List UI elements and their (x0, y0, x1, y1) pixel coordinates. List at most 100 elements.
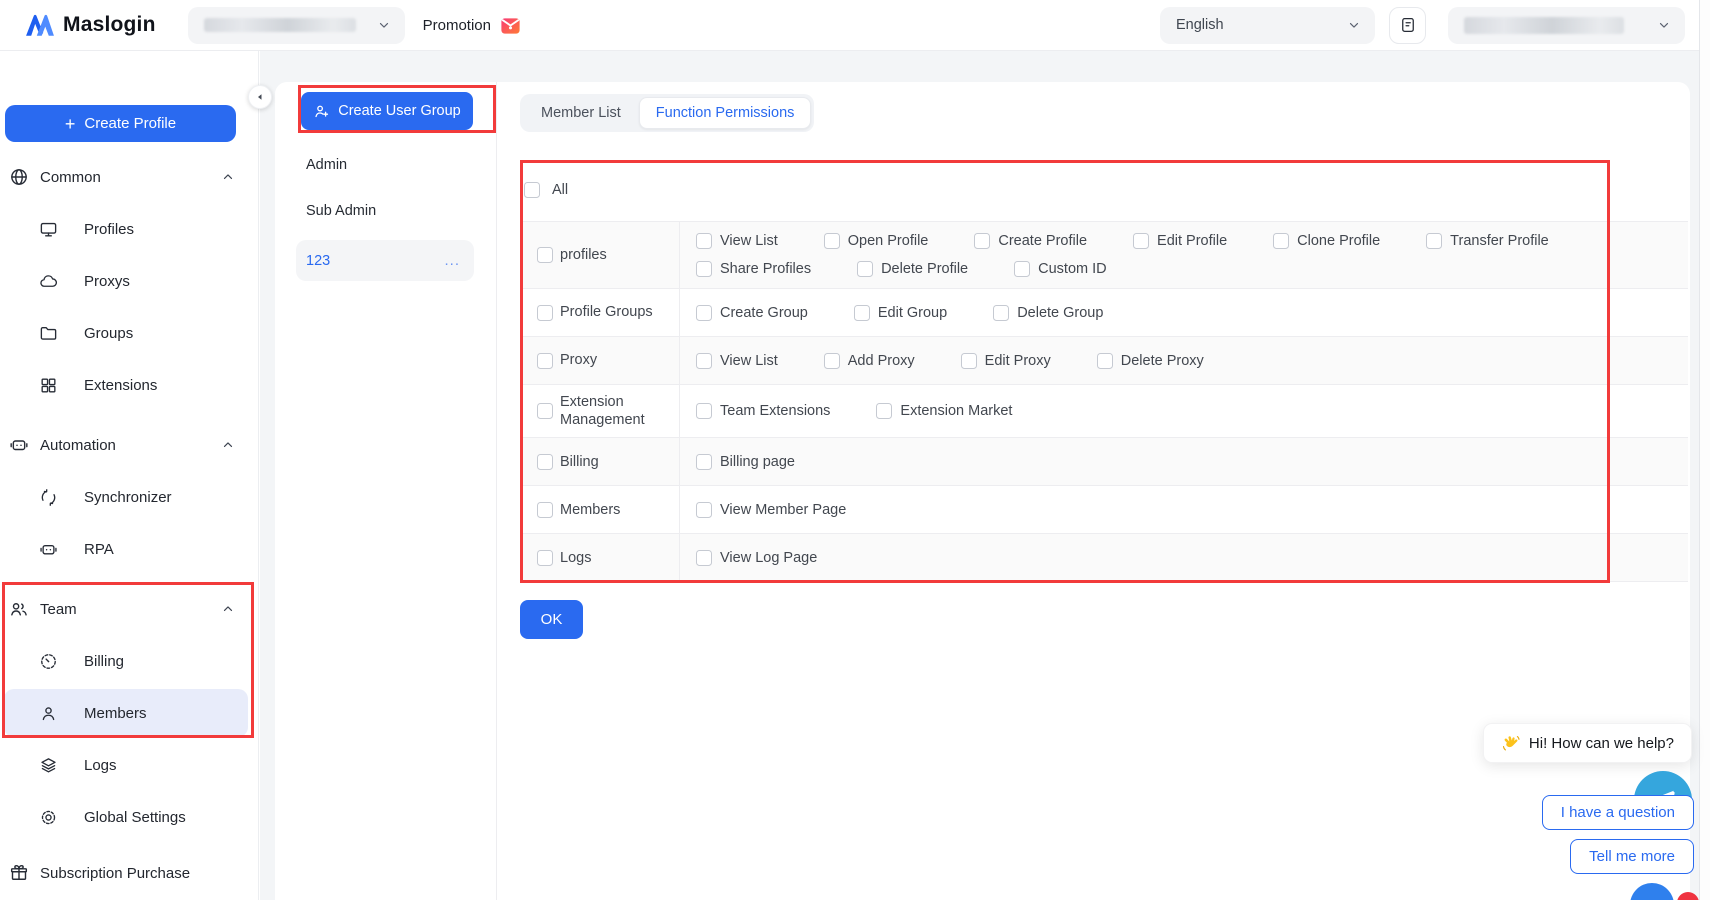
permission-option[interactable]: Delete Profile (857, 261, 968, 277)
permission-option[interactable]: View List (696, 233, 778, 249)
chevron-down-icon (377, 18, 391, 32)
permissions-panel: Member List Function Permissions All pro… (497, 82, 1690, 900)
permission-category-label: Proxy (560, 351, 597, 369)
permission-option-label: Create Profile (998, 233, 1087, 249)
checkbox[interactable] (1426, 233, 1442, 249)
sidebar-group-automation[interactable]: Automation (0, 419, 258, 471)
sidebar-item-members[interactable]: Members (0, 687, 258, 739)
checkbox[interactable] (857, 261, 873, 277)
sidebar-item-billing[interactable]: Billing (0, 635, 258, 687)
permission-category-label: Extension Management (560, 393, 669, 429)
checkbox[interactable] (1014, 261, 1030, 277)
notes-button[interactable] (1389, 7, 1426, 44)
permission-option[interactable]: Extension Market (876, 403, 1012, 419)
permission-option[interactable]: Share Profiles (696, 261, 811, 277)
permission-option[interactable]: Transfer Profile (1426, 233, 1549, 249)
sidebar-group-team[interactable]: Team (0, 583, 258, 635)
select-all-checkbox[interactable] (524, 182, 540, 198)
tab-member-list[interactable]: Member List (523, 97, 639, 129)
sidebar-item-global-settings[interactable]: Global Settings (0, 791, 258, 843)
category-checkbox[interactable] (537, 454, 553, 470)
category-checkbox[interactable] (537, 550, 553, 566)
sidebar-group-common[interactable]: Common (0, 151, 258, 203)
permission-option[interactable]: Create Profile (974, 233, 1087, 249)
permission-option-label: Extension Market (900, 403, 1012, 419)
permission-option[interactable]: Edit Proxy (961, 353, 1051, 369)
permission-option[interactable]: Team Extensions (696, 403, 830, 419)
checkbox[interactable] (696, 353, 712, 369)
permission-option[interactable]: View Member Page (696, 502, 846, 518)
sidebar-item-proxys[interactable]: Proxys (0, 255, 258, 307)
checkbox[interactable] (696, 502, 712, 518)
permission-option[interactable]: Delete Group (993, 305, 1103, 321)
create-user-group-button[interactable]: Create User Group (301, 92, 473, 130)
checkbox[interactable] (876, 403, 892, 419)
user-group-item-sub-admin[interactable]: Sub Admin (275, 191, 496, 231)
chat-quick-reply-more[interactable]: Tell me more (1570, 839, 1694, 874)
user-group-item-123[interactable]: 123 ... (296, 240, 474, 281)
robot-icon (38, 539, 58, 559)
permission-option[interactable]: View Log Page (696, 550, 817, 566)
category-checkbox[interactable] (537, 502, 553, 518)
sidebar-item-synchronizer[interactable]: Synchronizer (0, 471, 258, 523)
account-name-redacted (1464, 17, 1624, 34)
group-label: Automation (40, 437, 116, 454)
create-profile-button[interactable]: + Create Profile (5, 105, 236, 142)
category-checkbox[interactable] (537, 305, 553, 321)
cloud-icon (38, 271, 58, 291)
checkbox[interactable] (696, 305, 712, 321)
checkbox[interactable] (824, 233, 840, 249)
permission-option[interactable]: Clone Profile (1273, 233, 1380, 249)
permission-option[interactable]: Delete Proxy (1097, 353, 1204, 369)
sidebar-item-groups[interactable]: Groups (0, 307, 258, 359)
checkbox[interactable] (824, 353, 840, 369)
checkbox[interactable] (696, 233, 712, 249)
permission-option[interactable]: View List (696, 353, 778, 369)
scrollbar-track[interactable] (1699, 0, 1710, 900)
language-dropdown[interactable]: English (1160, 7, 1375, 44)
category-checkbox[interactable] (537, 247, 553, 263)
user-group-item-admin[interactable]: Admin (275, 145, 496, 185)
category-checkbox[interactable] (537, 403, 553, 419)
checkbox[interactable] (1133, 233, 1149, 249)
sidebar-item-logs[interactable]: Logs (0, 739, 258, 791)
checkbox[interactable] (961, 353, 977, 369)
sidebar-collapse-button[interactable] (248, 85, 272, 109)
ok-button[interactable]: OK (520, 600, 583, 639)
sidebar-item-profiles[interactable]: Profiles (0, 203, 258, 255)
checkbox[interactable] (993, 305, 1009, 321)
permission-option[interactable]: Edit Group (854, 305, 947, 321)
sidebar-item-extensions[interactable]: Extensions (0, 359, 258, 411)
category-checkbox[interactable] (537, 353, 553, 369)
account-dropdown[interactable] (1448, 7, 1685, 44)
permission-option[interactable]: Open Profile (824, 233, 929, 249)
permission-option[interactable]: Edit Profile (1133, 233, 1227, 249)
permission-option[interactable]: Create Group (696, 305, 808, 321)
permission-option[interactable]: Billing page (696, 454, 795, 470)
workspace-dropdown[interactable] (188, 7, 405, 44)
chat-quick-reply-question[interactable]: I have a question (1542, 795, 1694, 830)
sidebar-item-subscription-purchase[interactable]: Subscription Purchase (0, 847, 258, 899)
grid-icon (38, 375, 58, 395)
permission-option-label: View List (720, 233, 778, 249)
checkbox[interactable] (696, 261, 712, 277)
permission-option[interactable]: Add Proxy (824, 353, 915, 369)
checkbox[interactable] (974, 233, 990, 249)
ellipsis-icon[interactable]: ... (444, 252, 460, 269)
tab-function-permissions[interactable]: Function Permissions (639, 97, 812, 129)
checkbox[interactable] (1097, 353, 1113, 369)
tab-bar: Member List Function Permissions (520, 94, 814, 132)
promotion-link[interactable]: Promotion (423, 14, 522, 37)
checkbox[interactable] (1273, 233, 1289, 249)
sidebar-item-rpa[interactable]: RPA (0, 523, 258, 575)
chevron-up-icon (221, 602, 235, 616)
permission-option[interactable]: Custom ID (1014, 261, 1107, 277)
permission-option-label: Share Profiles (720, 261, 811, 277)
checkbox[interactable] (696, 403, 712, 419)
checkbox[interactable] (696, 550, 712, 566)
checkbox[interactable] (854, 305, 870, 321)
chevron-down-icon (1657, 18, 1671, 32)
checkbox[interactable] (696, 454, 712, 470)
user-group-name: Sub Admin (306, 203, 376, 219)
select-all-label: All (552, 182, 568, 198)
